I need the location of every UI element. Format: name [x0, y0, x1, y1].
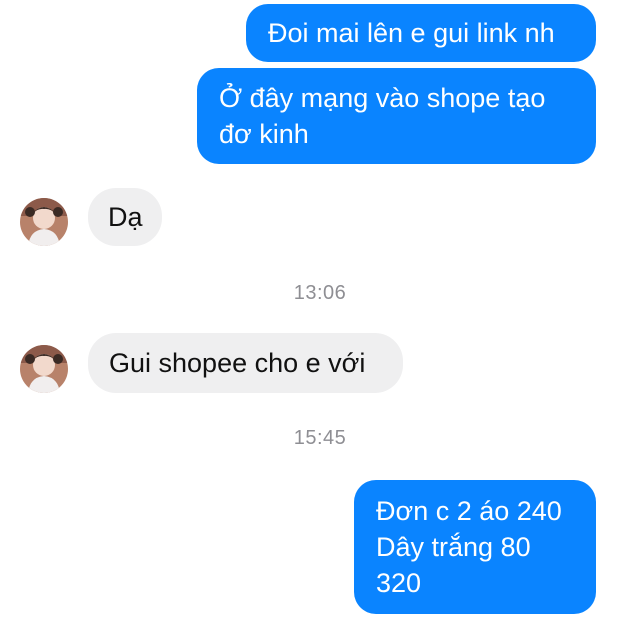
message-timestamp: 13:06	[293, 282, 347, 304]
outgoing-message-bubble[interactable]: Đoi mai lên e gui link nh	[246, 4, 596, 62]
incoming-message-bubble[interactable]: Dạ	[88, 188, 162, 246]
incoming-message-bubble[interactable]: Gui shopee cho e với	[88, 333, 403, 393]
contact-avatar[interactable]	[20, 198, 68, 246]
avatar-photo-icon	[20, 345, 68, 393]
outgoing-message-bubble[interactable]: Đơn c 2 áo 240 Dây trắng 80 320	[354, 480, 596, 614]
avatar-photo-icon	[20, 198, 68, 246]
contact-avatar[interactable]	[20, 345, 68, 393]
message-timestamp: 15:45	[293, 427, 347, 449]
outgoing-message-bubble[interactable]: Ở đây mạng vào shope tạo đơ kinh	[197, 68, 596, 164]
chat-thread: Đoi mai lên e gui link nh Ở đây mạng vào…	[0, 0, 640, 640]
